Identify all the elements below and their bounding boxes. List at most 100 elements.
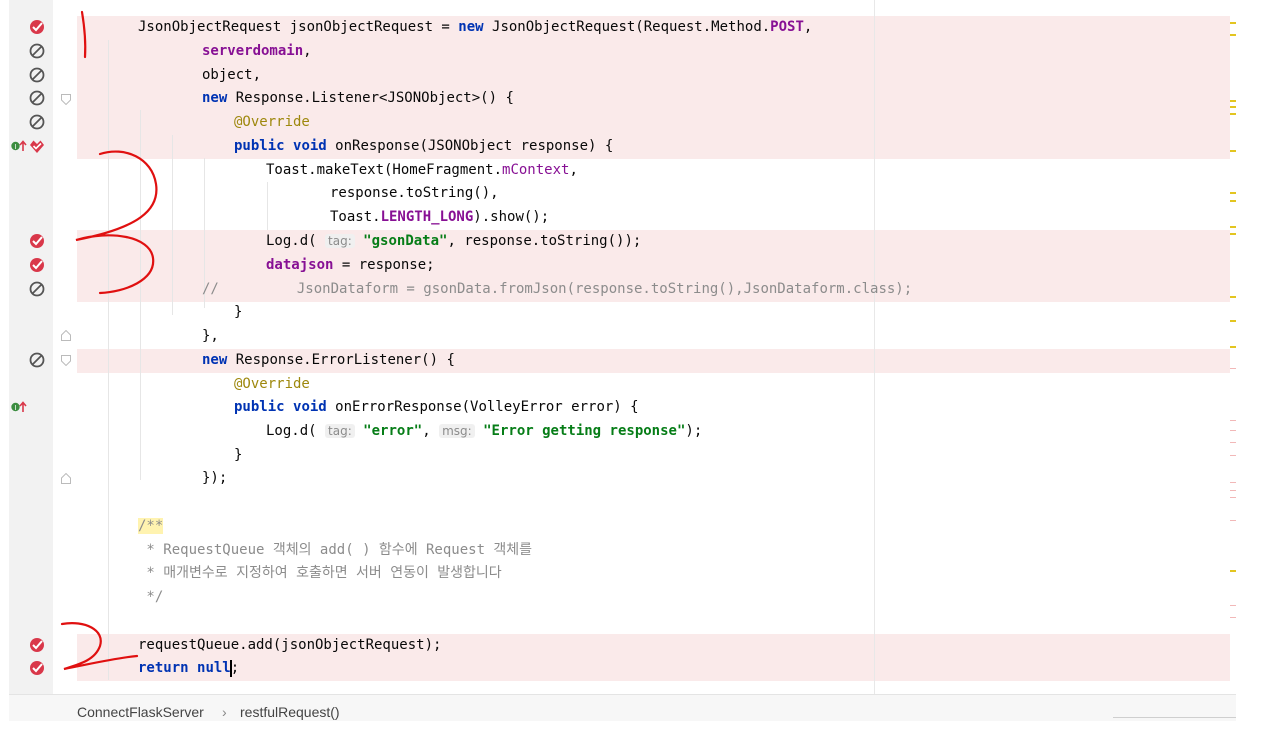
warning-marker[interactable] [1230,200,1236,202]
annotation-override: @Override [234,376,310,392]
code-line[interactable]: // JsonDataform = gsonData.fromJson(respo… [9,278,1236,302]
breakpoint-marker[interactable] [1230,420,1236,421]
fold-marker-icon[interactable] [61,94,71,105]
breakpoint-disabled-icon[interactable] [29,43,45,59]
code-text: Toast.makeText(HomeFragment. [266,162,503,178]
breakpoint-disabled-icon[interactable] [29,67,45,83]
keyword-public: public [234,399,285,415]
code-line[interactable]: Toast.makeText(HomeFragment.mContext, [9,159,1236,183]
fold-marker-icon[interactable] [61,355,71,366]
code-line[interactable]: Toast.LENGTH_LONG).show(); [9,206,1236,230]
code-text: }); [202,470,228,486]
code-text: JsonObjectRequest(Request.Method. [483,19,771,35]
breakpoint-verified-icon[interactable] [29,233,45,249]
breakpoint-verified-icon[interactable] [29,257,45,273]
keyword-null: nu [197,660,214,676]
code-line[interactable]: Log.d( tag: "gsonData", response.toStrin… [9,230,1236,254]
breakpoint-marker[interactable] [1230,605,1236,606]
code-text: requestQueue.add(jsonObjectRequest); [138,637,442,653]
code-line[interactable]: object, [9,64,1236,88]
breakpoint-marker[interactable] [1230,368,1236,369]
breakpoint-marker[interactable] [1230,497,1236,498]
warning-marker[interactable] [1230,34,1236,36]
keyword-return: return [138,660,189,676]
warning-marker[interactable] [1230,192,1236,194]
breadcrumb: ConnectFlaskServer › restfulRequest() [9,694,1236,721]
code-line[interactable]: datajson = response; [9,254,1236,278]
breakpoint-marker[interactable] [1230,617,1236,618]
code-line[interactable]: new Response.Listener<JSONObject>() { [9,87,1236,111]
breakpoint-marker[interactable] [1230,442,1236,443]
fold-marker-icon[interactable] [61,330,71,341]
fold-marker-icon[interactable] [61,473,71,484]
code-line[interactable]: Log.d( tag: "error", msg: "Error getting… [9,420,1236,444]
warning-marker[interactable] [1230,150,1236,152]
code-line[interactable]: * RequestQueue 객체의 add( ) 함수에 Request 객체… [9,539,1236,563]
breakpoint-verified-icon[interactable] [29,637,45,653]
breakpoint-disabled-icon[interactable] [29,352,45,368]
param-hint-tag: tag: [325,424,355,438]
code-line[interactable]: /** [9,515,1236,539]
annotation-override: @Override [234,114,310,130]
indent-guide [140,110,141,480]
breakpoint-marker[interactable] [1230,520,1236,521]
code-text: Response.Listener<JSONObject>() { [227,90,514,106]
code-line[interactable]: */ [9,586,1236,610]
breakpoint-verified-icon[interactable] [29,19,45,35]
code-text: = response; [333,257,435,273]
breakpoint-disabled-icon[interactable] [29,281,45,297]
warning-marker[interactable] [1230,226,1236,228]
code-line[interactable]: requestQueue.add(jsonObjectRequest); [9,634,1236,658]
breakpoint-marker[interactable] [1230,482,1236,483]
breadcrumb-method[interactable]: restfulRequest() [240,704,340,720]
code-line[interactable]: } [9,301,1236,325]
warning-marker[interactable] [1230,233,1236,235]
breakpoint-marker[interactable] [1230,490,1236,491]
code-line-current[interactable]: return null; [9,657,1236,681]
keyword-new: new [202,90,228,106]
code-text: JsonObjectRequest jsonObjectRequest = [138,19,459,35]
code-line[interactable]: JsonObjectRequest jsonObjectRequest = ne… [9,16,1236,40]
code-text: onErrorResponse(VolleyError error) { [326,399,639,415]
param-hint-tag: tag: [325,234,355,248]
breakpoint-verified-icon[interactable] [29,660,45,676]
breadcrumb-class[interactable]: ConnectFlaskServer [77,704,204,720]
code-line[interactable]: } [9,444,1236,468]
warning-marker[interactable] [1230,22,1236,24]
warning-marker[interactable] [1230,296,1236,298]
code-line[interactable]: * 매개변수로 지정하여 호출하면 서버 연동이 발생합니다 [9,562,1236,586]
code-line[interactable]: new Response.ErrorListener() { [9,349,1236,373]
code-line[interactable]: }, [9,325,1236,349]
code-line[interactable]: response.toString(), [9,182,1236,206]
indent-guide [108,40,109,680]
keyword-new: new [202,352,228,368]
code-text: Log.d( [266,423,326,439]
code-line[interactable]: serverdomain, [9,40,1236,64]
warning-marker[interactable] [1230,346,1236,348]
code-text: , [422,423,431,439]
code-editor[interactable]: JsonObjectRequest jsonObjectRequest = ne… [9,0,1236,694]
comment-text: JsonDataform = gsonData.fromJson(respons… [296,281,913,297]
method-breakpoint-icon[interactable] [29,138,45,154]
code-line[interactable]: @Override [9,373,1236,397]
code-line[interactable]: }); [9,467,1236,491]
string-literal: "error" [363,423,423,439]
breakpoint-marker[interactable] [1230,455,1236,456]
panel-edge [1113,717,1236,733]
warning-marker[interactable] [1230,100,1236,102]
code-line[interactable]: @Override [9,111,1236,135]
warning-marker[interactable] [1230,106,1236,108]
code-line[interactable]: public void onResponse(JSONObject respon… [9,135,1236,159]
override-method-icon[interactable]: I [11,139,27,153]
code-text: ); [685,423,703,439]
keyword-null: ll [213,660,231,676]
breakpoint-disabled-icon[interactable] [29,114,45,130]
breakpoint-marker[interactable] [1230,430,1236,431]
warning-marker[interactable] [1230,320,1236,322]
override-method-icon[interactable]: I [11,400,27,414]
warning-marker[interactable] [1230,113,1236,115]
code-text: response.toString(), [330,185,499,201]
code-line[interactable]: public void onErrorResponse(VolleyError … [9,396,1236,420]
breakpoint-disabled-icon[interactable] [29,90,45,106]
